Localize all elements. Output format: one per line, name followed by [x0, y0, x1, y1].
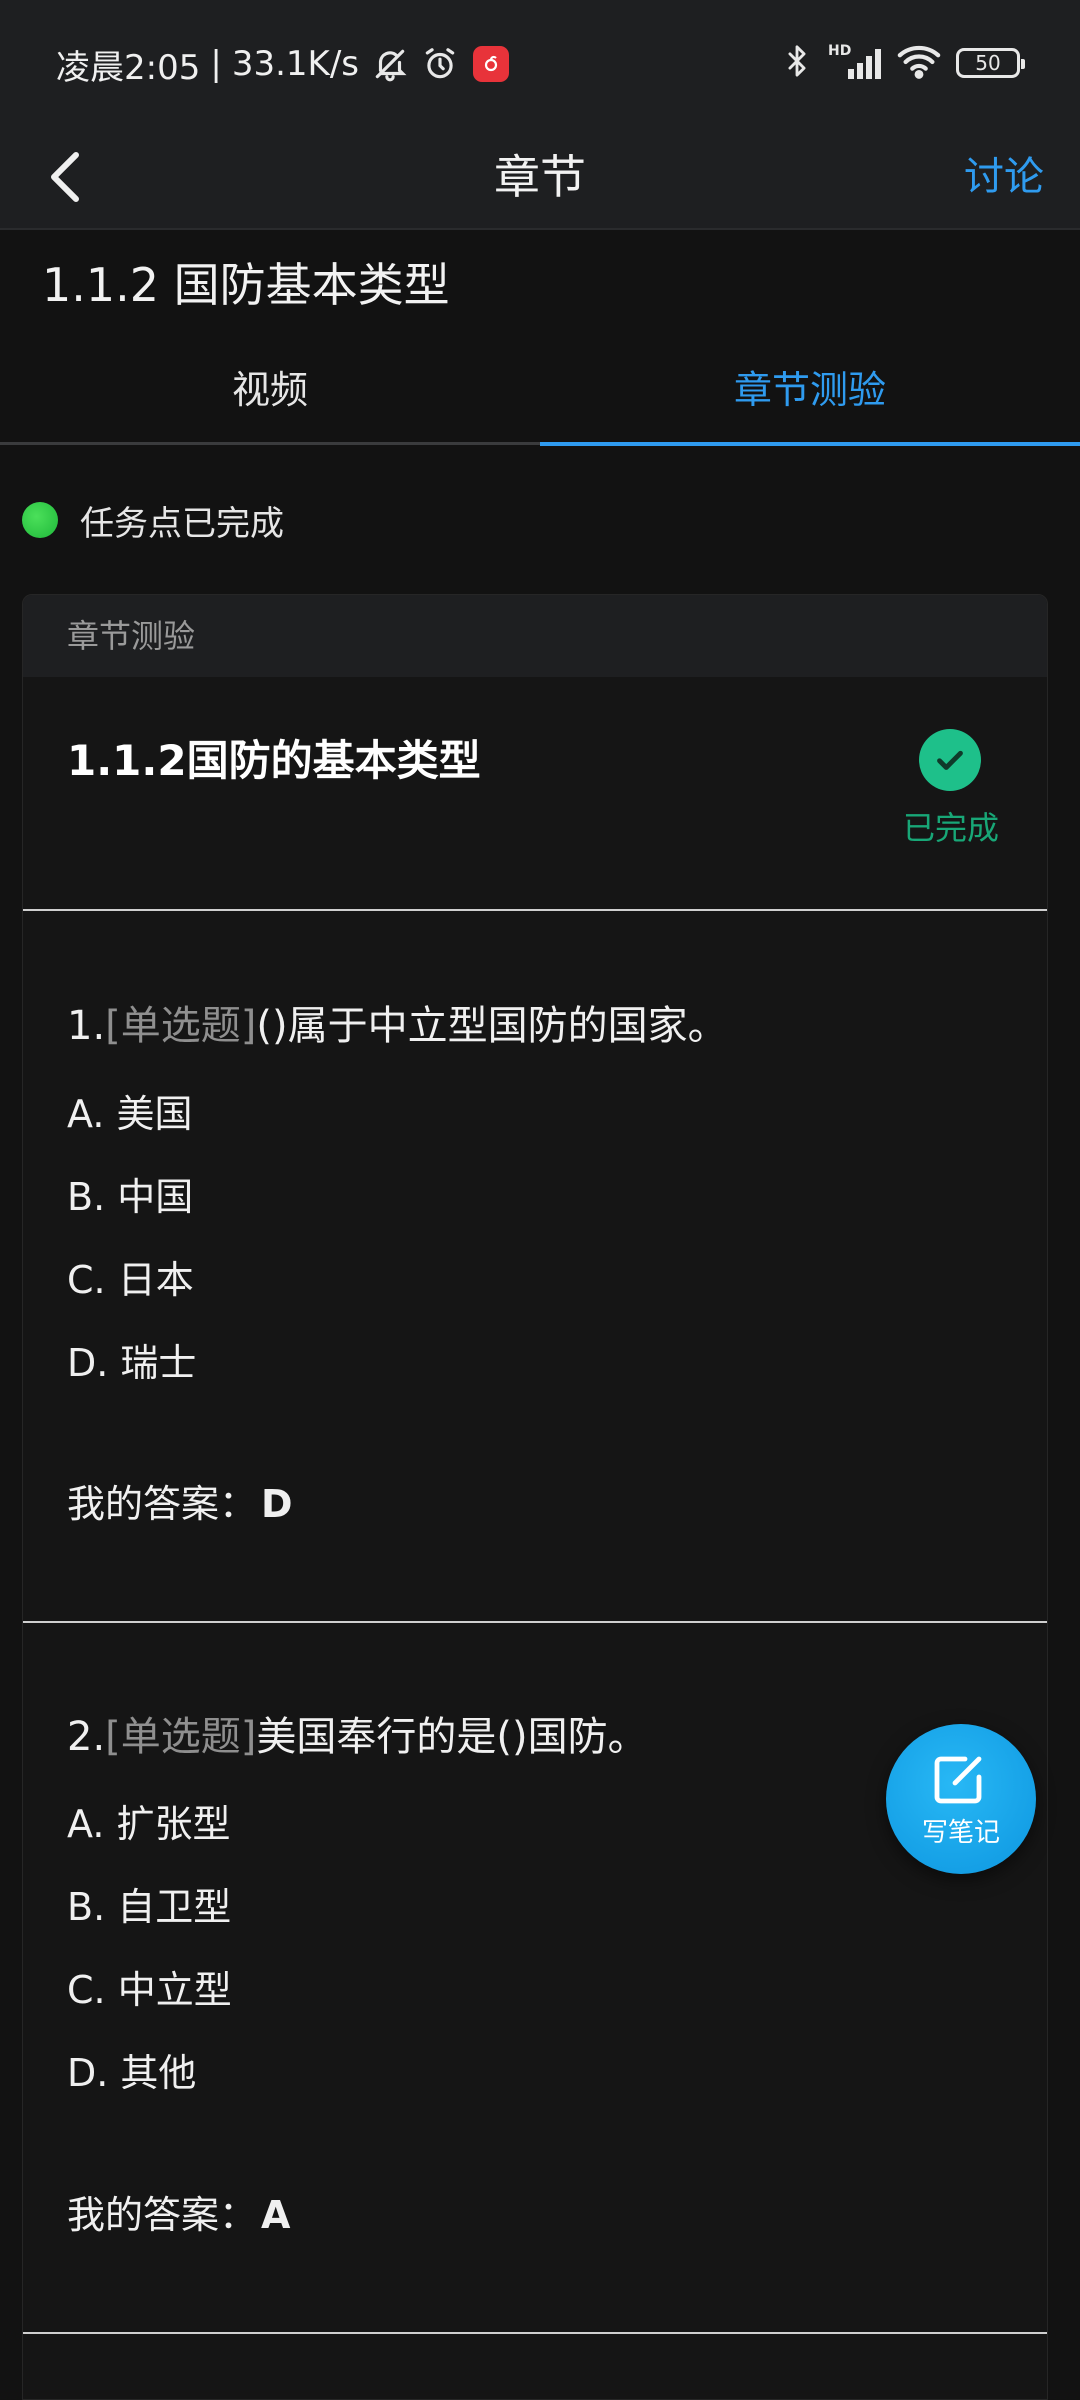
question-number: 2.: [67, 1714, 106, 1760]
question-number: 1.: [67, 1003, 106, 1049]
task-status: 任务点已完成: [22, 496, 284, 544]
bell-off-icon: [371, 45, 409, 83]
my-answer: 我的答案： D: [67, 1473, 293, 1528]
question-type: [单选题]: [105, 1714, 257, 1760]
divider: [23, 909, 1047, 911]
tab-underline: [0, 442, 540, 445]
answer-value: D: [261, 1482, 293, 1526]
option-a: A. 美国: [67, 1092, 193, 1136]
completed-label: 已完成: [903, 809, 1000, 847]
answer-value: A: [261, 2193, 291, 2237]
write-note-label: 写笔记: [921, 1817, 1000, 1848]
battery-icon: 50: [956, 48, 1025, 78]
discuss-button[interactable]: 讨论: [964, 125, 1044, 229]
status-left: 凌晨2:05 | 33.1K/s: [56, 40, 509, 88]
tab-active-indicator: [540, 442, 1080, 446]
status-dot-icon: [22, 502, 58, 538]
page-title: 章节: [494, 150, 586, 204]
option-d: D. 其他: [67, 2051, 197, 2095]
bluetooth-icon: [780, 41, 814, 85]
task-status-text: 任务点已完成: [80, 503, 284, 544]
answer-label: 我的答案：: [67, 2193, 258, 2237]
tab-chapter-quiz[interactable]: 章节测验: [540, 340, 1080, 440]
nav-bar: 章节 讨论: [0, 125, 1080, 229]
divider: [23, 2332, 1047, 2334]
question-type: [单选题]: [105, 1003, 257, 1049]
wifi-icon: [896, 41, 942, 85]
status-bar: 凌晨2:05 | 33.1K/s HD 50: [0, 0, 1080, 125]
check-icon: [919, 729, 981, 791]
option-b: B. 中国: [67, 1175, 194, 1219]
signal-icon: HD: [828, 43, 882, 83]
option-b: B. 自卫型: [67, 1885, 232, 1929]
netease-music-icon: [473, 46, 509, 82]
nav-divider: [0, 228, 1080, 230]
option-c: C. 中立型: [67, 1968, 232, 2012]
status-time: 凌晨2:05: [56, 47, 201, 88]
tab-video[interactable]: 视频: [0, 340, 540, 440]
quiz-card: 章节测验 1.1.2国防的基本类型 已完成 1.[单选题]()属于中立型国防的国…: [22, 594, 1048, 2400]
option-d: D. 瑞士: [67, 1341, 197, 1385]
question-text: ()属于中立型国防的国家。: [256, 1003, 728, 1049]
tab-bar: 视频 章节测验: [0, 340, 1080, 446]
question-2: 2.[单选题]美国奉行的是()国防。: [67, 1704, 648, 1762]
divider: [23, 1621, 1047, 1623]
edit-note-icon: [934, 1756, 982, 1803]
quiz-title: 1.1.2国防的基本类型: [67, 736, 481, 785]
option-c: C. 日本: [67, 1258, 194, 1302]
my-answer: 我的答案： A: [67, 2184, 290, 2239]
status-net-speed: 33.1K/s: [231, 44, 359, 84]
alarm-icon: [421, 45, 459, 83]
chapter-title: 1.1.2 国防基本类型: [42, 258, 450, 312]
option-a: A. 扩张型: [67, 1802, 231, 1846]
answer-label: 我的答案：: [67, 1482, 258, 1526]
question-text: 美国奉行的是()国防。: [256, 1714, 648, 1760]
status-separator: |: [210, 44, 222, 84]
card-header: 章节测验: [23, 595, 1047, 677]
write-note-button[interactable]: 写笔记: [886, 1724, 1036, 1874]
question-1: 1.[单选题]()属于中立型国防的国家。: [67, 993, 728, 1051]
battery-level: 50: [975, 51, 1001, 75]
status-right: HD 50: [780, 38, 1025, 88]
